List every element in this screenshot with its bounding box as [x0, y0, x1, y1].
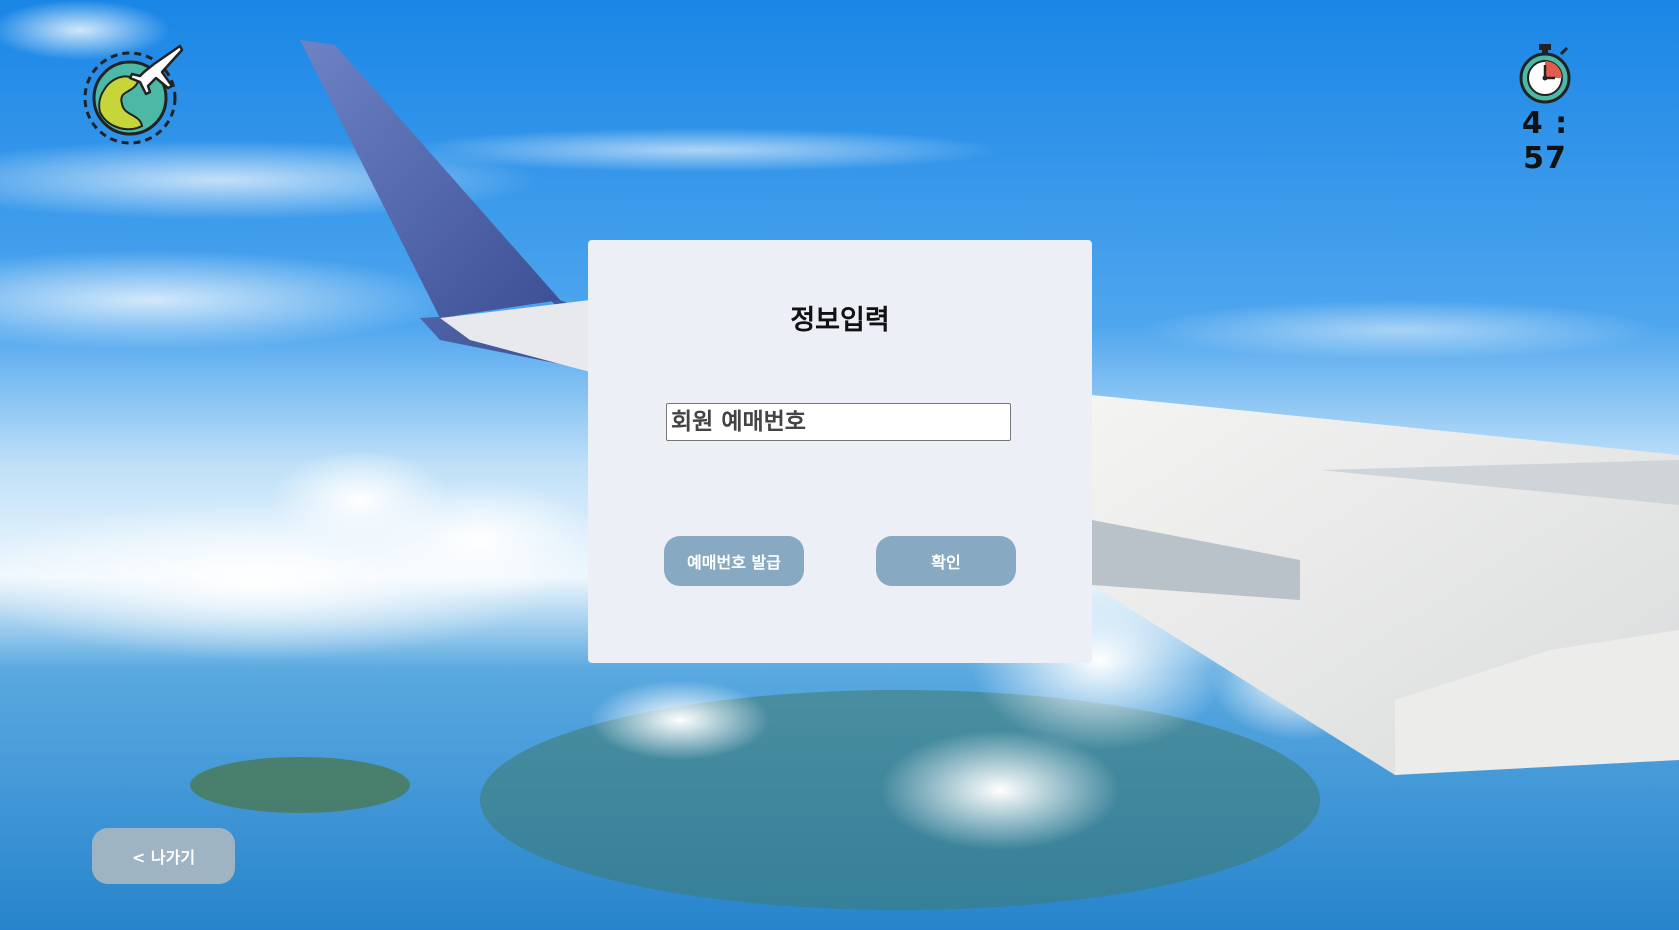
- panel-title: 정보입력: [790, 305, 890, 336]
- issue-reservation-number-button[interactable]: 예매번호 발급: [664, 536, 804, 586]
- globe-airplane-icon: [83, 44, 184, 145]
- confirm-button[interactable]: 확인: [876, 536, 1016, 586]
- timer-remaining: 4 : 57: [1521, 106, 1569, 176]
- reservation-number-input[interactable]: [666, 403, 1011, 441]
- logo: [82, 42, 186, 146]
- exit-button[interactable]: < 나가기: [92, 828, 235, 884]
- countdown-timer: 4 : 57: [1500, 42, 1590, 176]
- info-entry-panel: 정보입력 예매번호 발급 확인: [588, 240, 1092, 663]
- stopwatch-icon: [1519, 44, 1571, 104]
